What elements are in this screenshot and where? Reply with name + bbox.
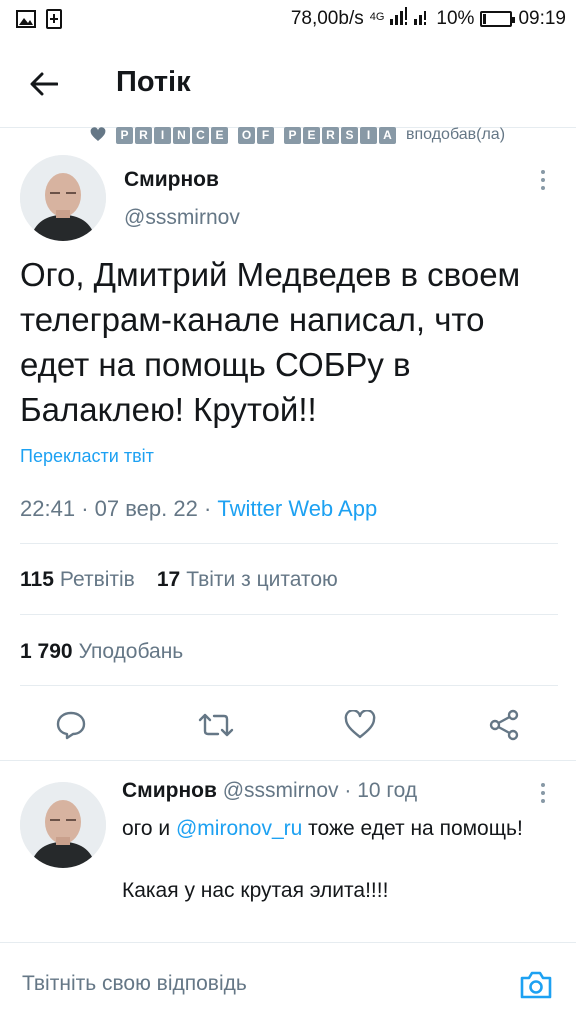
retweets-stat[interactable]: 115 Ретвітів (20, 568, 135, 592)
reply-header: Смирнов @sssmirnov · 10 год (122, 779, 418, 802)
tweet-meta: 22:41 · 07 вер. 22 · Twitter Web App (20, 496, 378, 521)
reply-avatar[interactable] (20, 782, 106, 868)
like-button[interactable] (338, 700, 382, 750)
divider (20, 685, 558, 686)
signal-icon (390, 7, 430, 31)
network-type: 4G (369, 11, 385, 23)
reply-age: 10 год (357, 779, 418, 802)
reply-more-options-button[interactable] (528, 778, 558, 808)
page-title: Потік (116, 66, 191, 98)
author-name[interactable]: Смирнов (124, 168, 219, 192)
mention-link[interactable]: @mironov_ru (176, 817, 302, 840)
reply-input[interactable]: Твітніть свою відповідь (22, 972, 247, 996)
retweet-stats: 115 Ретвітів 17 Твіти з цитатою (20, 568, 338, 592)
tweet-time: 22:41 (20, 496, 76, 521)
more-vertical-icon (541, 783, 545, 787)
battery-icon (480, 11, 516, 27)
divider (20, 614, 558, 615)
social-context: PRINCEOFPERSIA вподобав(ла) (90, 124, 505, 146)
like-icon (344, 710, 376, 739)
top-app-bar: Потік (0, 40, 576, 128)
more-vertical-icon (541, 170, 545, 174)
liker-name[interactable]: PRINCEOFPERSIA (116, 126, 396, 144)
like-stats: 1 790 Уподобань (20, 640, 183, 664)
tweet-action-bar (0, 700, 576, 750)
reply-text: ого и @mironov_ru тоже едет на помощь! К… (122, 817, 523, 902)
reply-icon (56, 711, 86, 740)
share-button[interactable] (482, 700, 526, 750)
share-icon (489, 709, 519, 741)
likes-stat[interactable]: 1 790 Уподобань (20, 640, 183, 664)
camera-icon (520, 971, 552, 999)
reply-author-handle[interactable]: @sssmirnov (223, 779, 339, 802)
avatar[interactable] (20, 155, 106, 241)
tweet-date: 07 вер. 22 (94, 496, 198, 521)
tweet-source-link[interactable]: Twitter Web App (217, 496, 377, 521)
status-bar: 78,00b/s 4G 10% 09:19 (0, 0, 576, 40)
tweet-text: Ого, Дмитрий Медведев в своем телеграм-к… (20, 256, 521, 428)
battery-percent: 10% (436, 8, 475, 29)
clock: 09:19 (518, 8, 566, 29)
arrow-left-icon (30, 72, 58, 96)
gallery-notification-icon (16, 9, 36, 29)
back-button[interactable] (22, 64, 66, 104)
context-action: вподобав(ла) (406, 126, 506, 143)
reply-button[interactable] (49, 700, 93, 750)
reply-composer[interactable]: Твітніть свою відповідь (0, 942, 576, 1024)
heart-filled-icon (90, 127, 106, 141)
reply-author-name[interactable]: Смирнов (122, 779, 217, 802)
section-divider (0, 760, 576, 761)
divider (20, 543, 558, 544)
more-options-button[interactable] (528, 165, 558, 195)
network-speed: 78,00b/s (290, 8, 364, 29)
camera-button[interactable] (516, 965, 556, 1005)
retweet-icon (198, 713, 234, 737)
download-notification-icon (44, 9, 64, 29)
retweet-button[interactable] (194, 700, 238, 750)
author-handle[interactable]: @sssmirnov (124, 206, 240, 230)
translate-tweet-link[interactable]: Перекласти твіт (20, 446, 154, 467)
quotes-stat[interactable]: 17 Твіти з цитатою (157, 568, 338, 592)
